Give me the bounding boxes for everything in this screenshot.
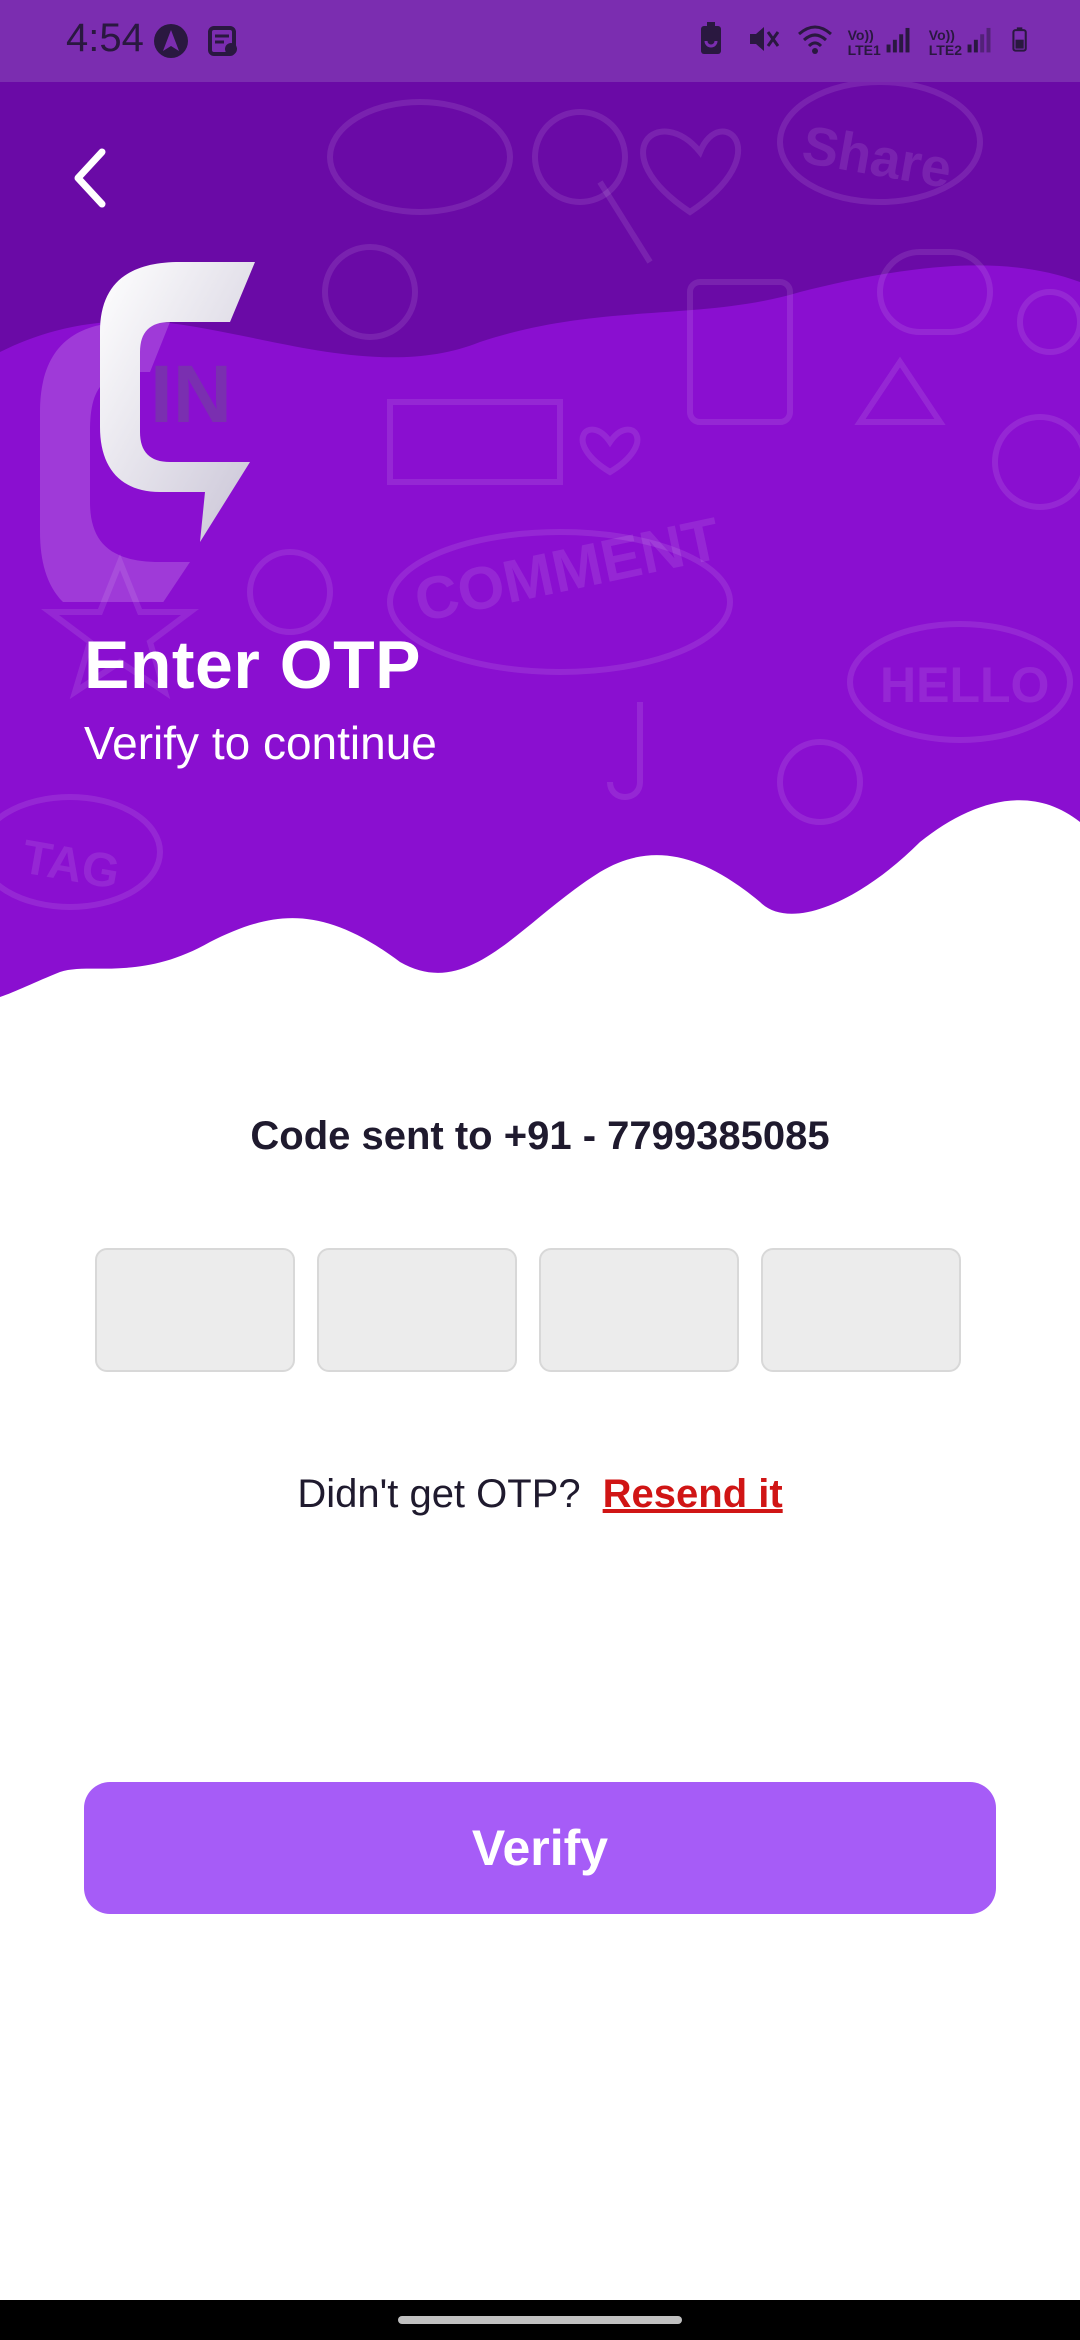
code-sent-text: Code sent to +91 - 7799385085	[250, 1114, 830, 1158]
otp-digit-2[interactable]	[317, 1248, 517, 1372]
navigation-app-icon	[154, 24, 188, 58]
resend-prompt: Didn't get OTP?	[297, 1472, 581, 1516]
otp-digit-3[interactable]	[539, 1248, 739, 1372]
battery-icon	[1012, 27, 1027, 52]
notes-notification-icon	[208, 26, 237, 56]
sim1-signal: Vo)) LTE1	[848, 20, 915, 58]
sim2-label: LTE2	[928, 42, 962, 58]
chevron-left-icon	[74, 148, 106, 208]
signal-bars-icon	[886, 27, 910, 53]
page-title: Enter OTP	[84, 627, 421, 703]
volte-label: Vo))	[847, 27, 874, 43]
signal-bars-icon	[967, 27, 991, 53]
wifi-icon	[797, 25, 832, 54]
status-time: 4:54	[66, 16, 144, 60]
back-button[interactable]	[60, 138, 120, 218]
sim2-signal: Vo)) LTE2	[929, 20, 996, 58]
system-nav-bar	[0, 2300, 1080, 2340]
verify-button[interactable]: Verify	[84, 1782, 996, 1914]
app-logo: IN	[40, 262, 255, 602]
home-indicator[interactable]	[398, 2316, 682, 2324]
resend-row: Didn't get OTP? Resend it	[0, 1472, 1080, 1517]
status-left-icons	[152, 22, 242, 60]
doodle-word-hello: HELLO	[880, 657, 1049, 713]
battery-saver-icon	[700, 22, 721, 54]
otp-input-group	[95, 1248, 961, 1372]
status-right-icons: Vo)) LTE1 Vo)) LTE2	[692, 20, 1036, 58]
header-banner: Share COMMENT HELLO TAG IN Enter OTP Ver…	[0, 82, 1080, 1002]
logo-text: IN	[150, 349, 232, 440]
otp-digit-1[interactable]	[95, 1248, 295, 1372]
mute-vibrate-icon	[749, 27, 779, 51]
resend-link[interactable]: Resend it	[603, 1472, 783, 1516]
sim1-label: LTE1	[847, 42, 881, 58]
status-bar: 4:54 Vo)) LTE1 Vo)) LTE2	[0, 0, 1080, 82]
page-subtitle: Verify to continue	[84, 717, 437, 769]
otp-digit-4[interactable]	[761, 1248, 961, 1372]
volte-label: Vo))	[928, 27, 955, 43]
